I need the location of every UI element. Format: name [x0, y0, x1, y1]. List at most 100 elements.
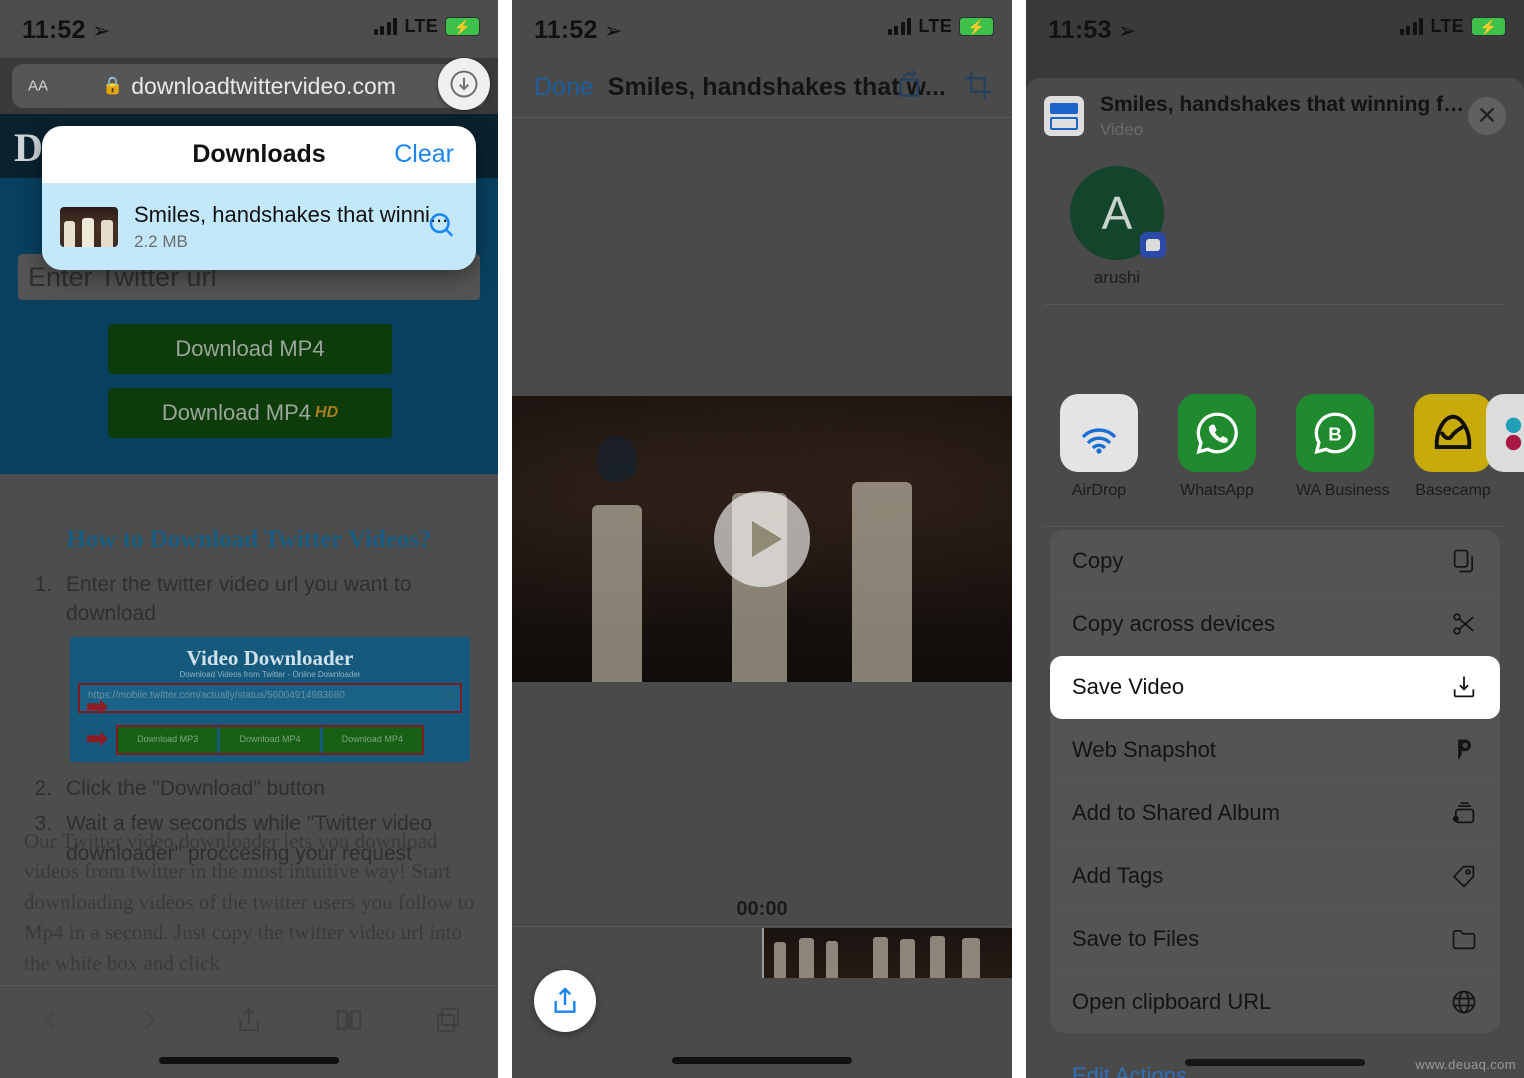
battery-charging-icon: ⚡ — [1471, 17, 1506, 36]
action-save-to-files[interactable]: Save to Files — [1050, 908, 1500, 971]
whatsapp-icon — [1178, 394, 1256, 472]
contacts-row: A arushi — [1026, 158, 1524, 298]
action-label: Save to Files — [1072, 926, 1200, 951]
share-app-whatsapp[interactable]: WhatsApp — [1178, 394, 1256, 524]
status-indicators: LTE ⚡ — [373, 16, 480, 37]
share-app-basecamp[interactable]: Basecamp — [1414, 394, 1492, 524]
share-icon — [239, 1007, 259, 1031]
video-content-detail — [597, 436, 637, 482]
page-title: Downloads — [192, 140, 326, 168]
download-mp4-button[interactable]: Download MP4 — [108, 324, 392, 374]
messages-icon — [1140, 232, 1166, 258]
status-bar: 11:52 ➢ LTE ⚡ — [512, 0, 1012, 58]
site-paragraph: Our Twitter video downloader lets you do… — [24, 829, 475, 975]
app-label: WhatsApp — [1180, 482, 1254, 499]
step-text: Enter the twitter video url you want to … — [66, 573, 412, 626]
status-time: 11:52 — [22, 16, 86, 44]
edit-actions-button[interactable]: Edit Actions... — [1072, 1063, 1205, 1078]
download-item-text: Smiles, handshakes that winni... 2.2 MB — [134, 202, 448, 252]
watermark: www.deuaq.com — [1415, 1057, 1516, 1072]
action-label: Add Tags — [1072, 863, 1164, 888]
hd-tag: HD — [315, 404, 339, 421]
action-label: Add to Shared Album — [1072, 800, 1280, 825]
lock-icon: 🔒 — [102, 76, 124, 95]
done-button[interactable]: Done — [534, 73, 594, 102]
video-content-detail — [852, 481, 912, 682]
share-button[interactable] — [199, 1005, 299, 1035]
panel-quicklook-video: 11:52 ➢ LTE ⚡ Done Smiles, handshakes th… — [512, 0, 1012, 1078]
video-scrubber[interactable] — [762, 928, 1012, 978]
status-indicators: LTE ⚡ — [887, 16, 994, 37]
carrier-label: LTE — [1430, 16, 1464, 36]
downloads-button[interactable] — [438, 58, 490, 110]
app-label: WA Business — [1296, 482, 1390, 499]
chevron-left-icon — [43, 1010, 55, 1030]
clear-downloads-button[interactable]: Clear — [394, 140, 454, 169]
browser-toolbar — [0, 985, 498, 1078]
forward-button[interactable] — [100, 1005, 200, 1035]
screenshot-btn: Download MP4 — [220, 726, 320, 753]
screenshot-url-field: https://mobile.twitter.com/actually/stat… — [78, 682, 462, 713]
share-sheet: Smiles, handshakes that winning feeling!… — [1026, 78, 1524, 1078]
location-arrow-icon: ➢ — [92, 18, 111, 43]
video-timecode: 00:00 — [736, 898, 788, 920]
action-add-tags[interactable]: Add Tags — [1050, 845, 1500, 908]
reveal-in-finder-button[interactable] — [426, 209, 456, 244]
status-indicators: LTE ⚡ — [1399, 16, 1506, 37]
close-icon[interactable]: ✕ — [1468, 97, 1506, 135]
download-list-item[interactable]: Smiles, handshakes that winni... 2.2 MB — [42, 183, 476, 270]
action-web-snapshot[interactable]: Web Snapshot — [1050, 719, 1500, 782]
save-download-icon — [1450, 673, 1478, 701]
bookmarks-button[interactable] — [299, 1005, 399, 1035]
screenshot-btn: Download MP4 — [322, 726, 422, 753]
url-text: downloadtwittervideo.com — [131, 72, 396, 99]
home-indicator — [159, 1057, 339, 1064]
howto-screenshot: Video Downloader Download Videos from Tw… — [70, 636, 470, 762]
address-bar[interactable]: AA 🔒 downloadtwittervideo.com ⟳ — [12, 64, 486, 108]
status-bar: 11:52 ➢ LTE ⚡ — [0, 0, 498, 58]
location-arrow-icon: ➢ — [1118, 18, 1137, 43]
action-open-clipboard-url[interactable]: Open clipboard URL — [1050, 971, 1500, 1033]
contact-suggestion[interactable]: A arushi — [1062, 166, 1172, 288]
folder-icon — [1450, 925, 1478, 953]
share-item-meta: Smiles, handshakes that winning feeling!… — [1100, 93, 1468, 140]
share-app-wa-business[interactable]: B WA Business — [1296, 394, 1390, 524]
download-circle-icon — [450, 70, 478, 98]
action-save-video[interactable]: Save Video — [1050, 656, 1500, 719]
url-display: 🔒 downloadtwittervideo.com — [12, 73, 486, 100]
basecamp-icon — [1414, 394, 1492, 472]
action-add-to-shared-album[interactable]: Add to Shared Album — [1050, 782, 1500, 845]
download-mp4-hd-button[interactable]: Download MP4 HD — [108, 388, 392, 438]
share-app-airdrop[interactable]: AirDrop — [1060, 394, 1138, 524]
status-time: 11:52 — [534, 16, 598, 44]
share-actions-list: Copy Copy across devices Save Video Web … — [1050, 530, 1500, 1033]
three-panel-screenshot: 11:52 ➢ LTE ⚡ AA 🔒 downloadtwittervideo.… — [0, 0, 1524, 1078]
list-item: 1. Enter the twitter video url you want … — [30, 570, 484, 629]
action-copy-across-devices[interactable]: Copy across devices — [1050, 593, 1500, 656]
list-item: 2. Click the "Download" button — [30, 774, 484, 803]
share-button[interactable] — [534, 970, 596, 1032]
whatsapp-business-icon: B — [1296, 394, 1374, 472]
video-player[interactable] — [512, 396, 1012, 682]
tabs-button[interactable] — [398, 1005, 498, 1035]
rotate-button[interactable] — [894, 69, 926, 106]
action-copy[interactable]: Copy — [1050, 530, 1500, 593]
copy-icon — [1450, 547, 1478, 575]
screenshot-btn: Download MP3 — [118, 726, 218, 753]
crop-icon — [964, 71, 992, 98]
crop-button[interactable] — [962, 69, 994, 106]
info-icon: ⓘ — [444, 689, 454, 701]
play-button[interactable] — [714, 491, 810, 587]
chevron-right-icon — [144, 1010, 156, 1030]
back-button[interactable] — [0, 1005, 100, 1035]
tag-icon — [1450, 862, 1478, 890]
video-thumbnail — [60, 206, 118, 247]
screenshot-subtitle: Download Videos from Twitter - Online Do… — [179, 669, 361, 679]
signal-bars-icon — [373, 18, 398, 35]
status-time: 11:53 — [1048, 16, 1112, 44]
downloads-popover: Downloads Clear Smiles, handshakes that … — [42, 126, 476, 270]
signal-bars-icon — [1399, 18, 1424, 35]
contact-name: arushi — [1093, 268, 1141, 287]
panel-safari-downloads: 11:52 ➢ LTE ⚡ AA 🔒 downloadtwittervideo.… — [0, 0, 498, 1078]
svg-text:B: B — [1328, 424, 1342, 445]
